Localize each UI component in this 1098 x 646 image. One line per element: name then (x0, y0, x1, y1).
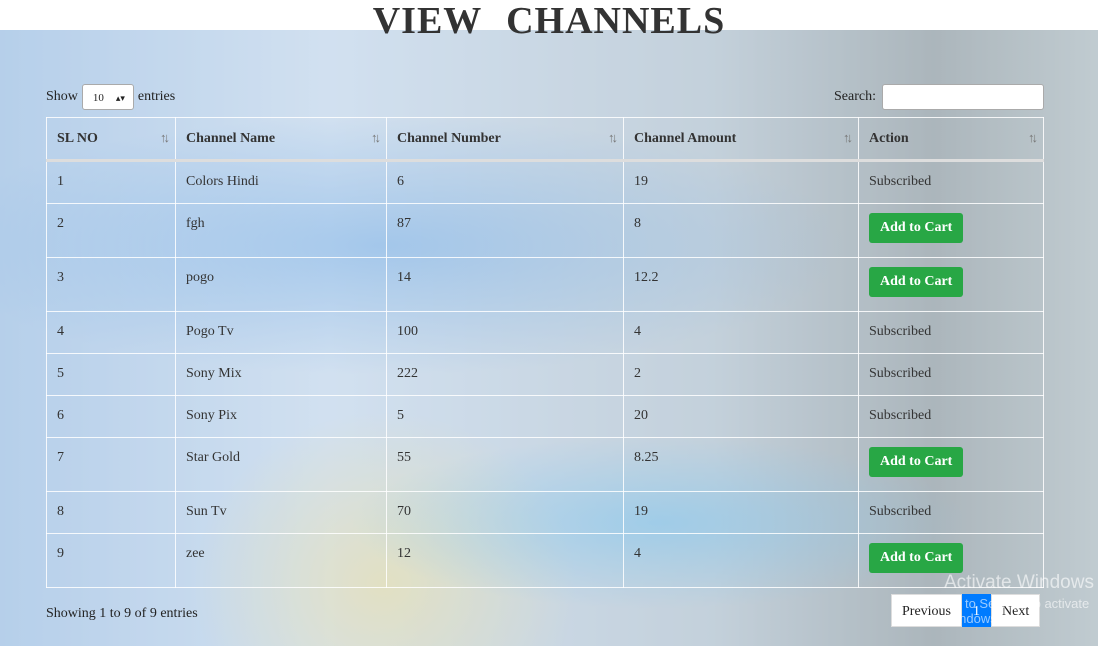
cell-sl-no: 3 (46, 257, 176, 312)
cell-channel-name: Sony Pix (175, 395, 387, 438)
sort-icon: ↑↓ (160, 130, 170, 145)
column-header-action[interactable]: Action ↑↓ (858, 117, 1044, 162)
page-1-button[interactable]: 1 (962, 594, 991, 627)
cell-channel-amount: 4 (623, 311, 859, 354)
cell-channel-number: 5 (386, 395, 624, 438)
cell-channel-name: pogo (175, 257, 387, 312)
table-row: 1 Colors Hindi 6 19 Subscribed (46, 160, 1044, 204)
subscribed-status: Subscribed (869, 324, 932, 339)
cell-action: Add to Cart (858, 257, 1044, 312)
column-header-channel-number[interactable]: Channel Number ↑↓ (386, 117, 624, 162)
table-row: 8 Sun Tv 70 19 Subscribed (46, 491, 1044, 534)
table-header-row: SL NO ↑↓ Channel Name ↑↓ Channel Number ↑↓ … (46, 117, 1044, 162)
search-input[interactable] (882, 84, 1044, 110)
cell-sl-no: 5 (46, 353, 176, 396)
cell-sl-no: 6 (46, 395, 176, 438)
cell-channel-amount: 12.2 (623, 257, 859, 312)
subscribed-status: Subscribed (869, 408, 932, 423)
cell-channel-name: Pogo Tv (175, 311, 387, 354)
cell-sl-no: 9 (46, 533, 176, 588)
column-header-channel-amount[interactable]: Channel Amount ↑↓ (623, 117, 859, 162)
cell-channel-name: Colors Hindi (175, 160, 387, 204)
search-label: Search: (834, 89, 876, 104)
sort-icon: ↑↓ (843, 130, 853, 145)
entries-select-value: 10 (92, 92, 104, 104)
cell-channel-number: 222 (386, 353, 624, 396)
length-suffix: entries (137, 89, 176, 104)
cell-channel-amount: 20 (623, 395, 859, 438)
cell-channel-number: 70 (386, 491, 624, 534)
sort-icon: ↑↓ (1028, 130, 1038, 145)
cell-channel-name: Sun Tv (175, 491, 387, 534)
table-row: 3 pogo 14 12.2 Add to Cart (46, 257, 1044, 312)
cell-channel-number: 14 (386, 257, 624, 312)
pagination: Previous 1 Next (891, 594, 1041, 627)
cell-action: Subscribed (858, 353, 1044, 396)
cell-action: Add to Cart (858, 203, 1044, 258)
cell-action: Subscribed (858, 311, 1044, 354)
cell-action: Subscribed (858, 160, 1044, 204)
subscribed-status: Subscribed (869, 174, 932, 189)
add-to-cart-button[interactable]: Add to Cart (869, 267, 964, 297)
cell-channel-amount: 19 (623, 491, 859, 534)
cell-channel-number: 55 (386, 437, 624, 492)
table-row: 9 zee 12 4 Add to Cart (46, 533, 1044, 588)
sort-icon: ↑↓ (608, 130, 618, 145)
cell-channel-name: Star Gold (175, 437, 387, 492)
channels-table: SL NO ↑↓ Channel Name ↑↓ Channel Number ↑↓ … (46, 117, 1044, 588)
cell-sl-no: 7 (46, 437, 176, 492)
add-to-cart-button[interactable]: Add to Cart (869, 543, 964, 573)
subscribed-status: Subscribed (869, 504, 932, 519)
cell-channel-amount: 8 (623, 203, 859, 258)
cell-sl-no: 2 (46, 203, 176, 258)
table-info: Showing 1 to 9 of 9 entries (46, 606, 198, 621)
cell-channel-number: 12 (386, 533, 624, 588)
add-to-cart-button[interactable]: Add to Cart (869, 213, 964, 243)
cell-channel-amount: 4 (623, 533, 859, 588)
add-to-cart-button[interactable]: Add to Cart (869, 447, 964, 477)
cell-channel-amount: 19 (623, 160, 859, 204)
next-button[interactable]: Next (991, 594, 1041, 627)
table-row: 4 Pogo Tv 100 4 Subscribed (46, 311, 1044, 354)
cell-action: Subscribed (858, 491, 1044, 534)
cell-sl-no: 8 (46, 491, 176, 534)
cell-channel-name: Sony Mix (175, 353, 387, 396)
length-prefix: Show (46, 89, 78, 104)
cell-action: Add to Cart (858, 437, 1044, 492)
page-title: VIEW CHANNELS (372, 0, 726, 42)
cell-channel-number: 6 (386, 160, 624, 204)
cell-channel-amount: 2 (623, 353, 859, 396)
length-control: Show 10 ▴▾ entries (46, 83, 175, 111)
cell-channel-amount: 8.25 (623, 437, 859, 492)
cell-channel-number: 87 (386, 203, 624, 258)
table-controls: Show 10 ▴▾ entries Search: (46, 83, 1044, 111)
sort-icon: ↑↓ (371, 130, 381, 145)
column-header-sl-no[interactable]: SL NO ↑↓ (46, 117, 176, 162)
cell-channel-number: 100 (386, 311, 624, 354)
table-row: 7 Star Gold 55 8.25 Add to Cart (46, 437, 1044, 492)
cell-channel-name: zee (175, 533, 387, 588)
cell-sl-no: 1 (46, 160, 176, 204)
cell-sl-no: 4 (46, 311, 176, 354)
subscribed-status: Subscribed (869, 366, 932, 381)
table-row: 6 Sony Pix 5 20 Subscribed (46, 395, 1044, 438)
cell-action: Subscribed (858, 395, 1044, 438)
select-arrows-icon: ▴▾ (115, 93, 125, 103)
cell-channel-name: fgh (175, 203, 387, 258)
previous-button[interactable]: Previous (891, 594, 962, 627)
search-control: Search: (834, 83, 1044, 111)
column-header-channel-name[interactable]: Channel Name ↑↓ (175, 117, 387, 162)
entries-select[interactable]: 10 ▴▾ (81, 84, 134, 110)
table-row: 5 Sony Mix 222 2 Subscribed (46, 353, 1044, 396)
cell-action: Add to Cart (858, 533, 1044, 588)
table-row: 2 fgh 87 8 Add to Cart (46, 203, 1044, 258)
